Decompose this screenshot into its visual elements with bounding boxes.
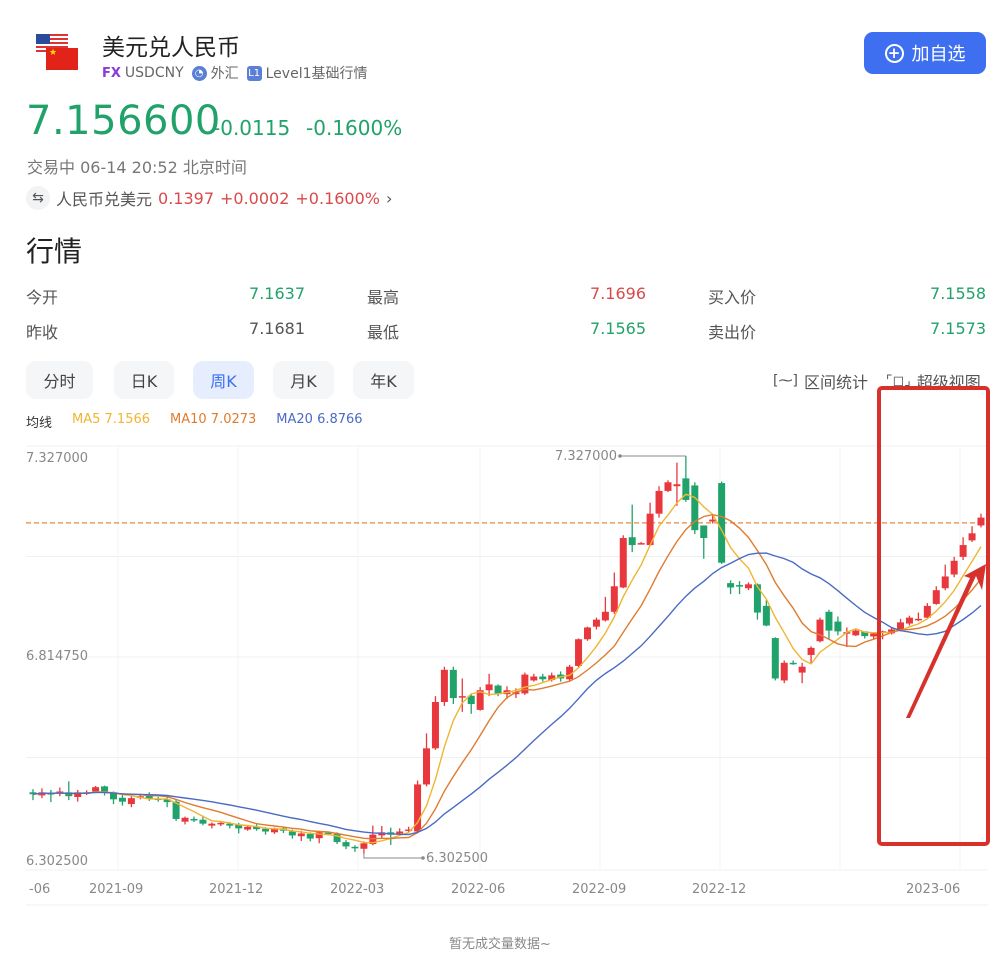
candle-body [619,538,627,588]
candle-body [914,618,922,621]
no-volume-message: 暂无成交量数据~ [449,937,551,952]
candle-body [297,833,305,837]
x-tick-label: -06 [29,882,51,897]
candle-body [458,696,466,698]
candle-body [700,525,708,539]
candle-body [852,630,860,636]
candle-body [932,590,940,604]
candle-body [959,545,967,557]
ma10-line [32,513,982,840]
candle-body [727,583,735,588]
candle-body [208,823,216,826]
candle-body [673,484,681,487]
candle-body [262,828,270,832]
candle-body [771,638,779,679]
candle-body [834,621,842,632]
candle-body [431,702,439,749]
x-tick-label: 2022-12 [692,882,747,897]
y-tick-label: 6.814750 [26,649,89,664]
candle-body [190,818,198,821]
candle-body [941,576,949,589]
candle-body [127,798,135,805]
candle-body [342,842,350,847]
min-marker-dot [421,856,425,860]
candle-body [664,482,672,491]
candle-body [423,748,431,785]
ma5-line [32,493,982,844]
candle-body [440,669,448,703]
candle-body [396,831,404,834]
candle-body [530,676,538,681]
candle-body [897,622,905,630]
min-marker-label: 6.302500 [426,851,488,866]
candle-body [118,797,126,802]
kline-chart[interactable]: 7.327000 6.302500 [0,0,1000,977]
candle-body [753,584,761,613]
candle-body [655,490,663,514]
candle-body [762,605,770,626]
candle-body [449,669,457,699]
candle-body [592,619,600,627]
candle-body [807,647,815,655]
x-tick-label: 2021-12 [209,882,264,897]
candle-body [736,585,744,587]
y-tick-label: 7.327000 [26,451,89,466]
candle-body [575,639,583,666]
chart-grid [26,445,988,906]
candle-body [244,826,252,830]
candle-body [718,483,726,563]
candle-body [217,822,225,825]
candle-body [199,819,207,824]
candle-body [744,584,752,589]
x-tick-label: 2021-09 [89,882,144,897]
candle-body [628,537,636,546]
candle-body [181,817,189,822]
annotation-highlight-box [877,386,990,846]
candle-body [360,843,368,849]
candle-body [583,627,591,640]
candle-body [601,611,609,621]
candle-body [780,662,788,681]
candle-body [637,543,645,545]
candle-body [789,662,797,665]
x-tick-label: 2022-09 [572,882,627,897]
candle-body [306,833,314,839]
max-marker-label: 7.327000 [555,449,617,464]
x-tick-label: 2023-06 [906,882,961,897]
candles-layer [29,456,985,854]
candle-body [968,533,976,541]
max-marker-dot [618,454,622,458]
candle-body [825,611,833,631]
y-tick-label: 6.302500 [26,854,89,869]
candle-body [610,586,618,612]
candle-body [485,684,493,691]
candle-body [798,666,806,673]
min-marker-line [363,853,423,859]
x-tick-label: 2022-06 [451,882,506,897]
candle-body [870,633,878,637]
candle-body [905,617,913,624]
candle-body [288,831,296,836]
candle-body [950,560,958,575]
candle-body [539,676,547,680]
x-tick-label: 2022-03 [330,882,385,897]
candle-body [816,619,824,642]
candle-body [351,846,359,849]
candle-body [92,787,100,792]
candle-body [977,517,985,526]
